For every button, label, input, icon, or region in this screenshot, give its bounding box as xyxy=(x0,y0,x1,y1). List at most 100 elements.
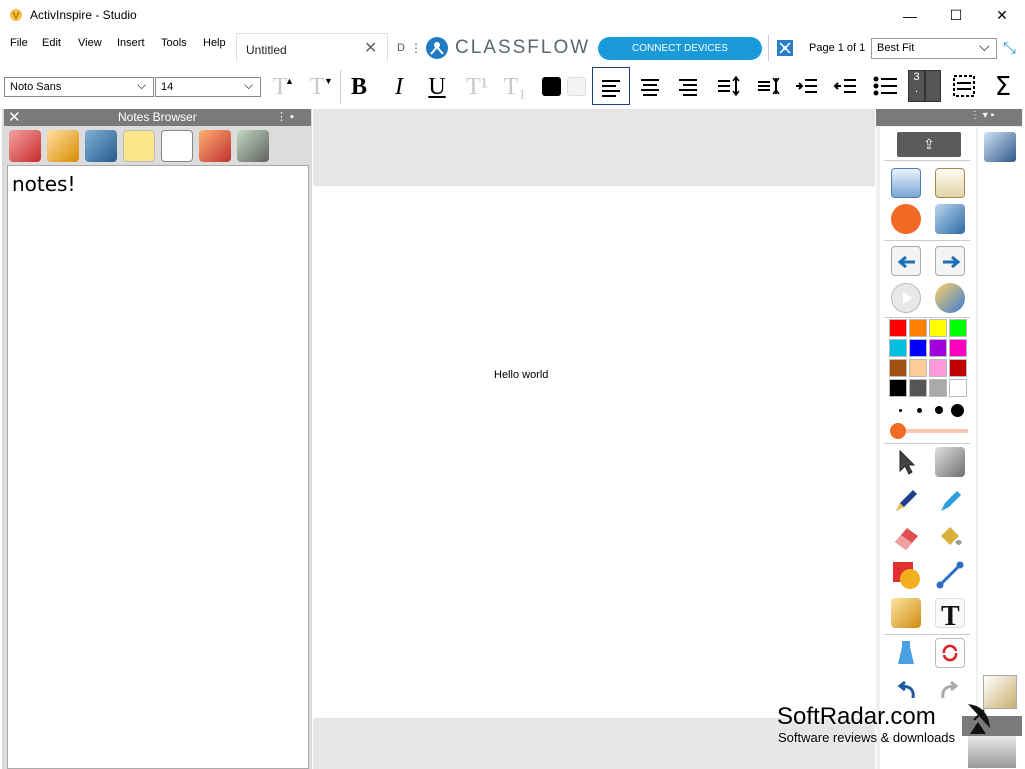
connector-icon[interactable] xyxy=(935,560,965,590)
user-pen-icon[interactable] xyxy=(984,132,1016,162)
play-icon[interactable] xyxy=(891,283,921,313)
chevron-down-icon[interactable]: ⌵ xyxy=(244,78,253,93)
redo-icon[interactable] xyxy=(935,676,965,706)
pen-icon[interactable] xyxy=(891,485,921,515)
color-swatch-peach[interactable] xyxy=(909,359,927,377)
select-arrow-icon[interactable] xyxy=(891,447,921,477)
chevron-down-icon[interactable]: ⌵ xyxy=(979,38,990,55)
pen-width-3[interactable] xyxy=(935,406,943,414)
sigma-button[interactable]: Σ xyxy=(986,72,1020,102)
maximize-button[interactable]: ☐ xyxy=(933,0,979,31)
menu-edit[interactable]: Edit xyxy=(42,37,61,49)
text-color-swatch[interactable] xyxy=(542,77,561,96)
underline-button[interactable]: U xyxy=(420,72,454,102)
italic-button[interactable]: I xyxy=(382,72,416,102)
color-swatch-blue[interactable] xyxy=(909,339,927,357)
line-spacing-down-icon[interactable] xyxy=(752,70,784,102)
color-swatch-brown[interactable] xyxy=(889,359,907,377)
font-family-select[interactable]: Noto Sans xyxy=(4,77,154,97)
notes-text-area[interactable] xyxy=(7,165,309,769)
tab-close-icon[interactable]: ✕ xyxy=(364,38,377,58)
color-swatch-pink[interactable] xyxy=(929,359,947,377)
subscript-button[interactable]: T₁ xyxy=(498,72,532,102)
pin-icon[interactable]: ⋮ ▪ xyxy=(276,110,294,123)
canvas-text-object[interactable]: Hello world xyxy=(494,369,548,381)
page-sorter-icon[interactable] xyxy=(776,39,794,57)
next-page-icon[interactable] xyxy=(935,246,965,276)
line-spacing-up-icon[interactable] xyxy=(712,70,744,102)
color-swatch-darkred[interactable] xyxy=(949,359,967,377)
media-icon[interactable] xyxy=(891,598,921,628)
undo-icon[interactable] xyxy=(891,676,921,706)
color-swatch-red[interactable] xyxy=(889,319,907,337)
toolbox-menu-icon[interactable]: ⋮ ▾ ▪ xyxy=(970,110,994,121)
indent-icon[interactable] xyxy=(791,70,823,102)
object-browser-icon[interactable] xyxy=(85,130,117,162)
shape-icon[interactable] xyxy=(891,560,921,590)
property-browser-icon[interactable] xyxy=(161,130,193,162)
color-swatch-green[interactable] xyxy=(949,319,967,337)
pen-width-4[interactable] xyxy=(951,404,964,417)
color-swatch-gray[interactable] xyxy=(929,379,947,397)
resource-globe-icon[interactable] xyxy=(935,283,965,313)
tools-icon[interactable] xyxy=(935,447,965,477)
divider xyxy=(340,70,341,104)
table-select-icon[interactable] xyxy=(948,70,980,102)
svg-text:T: T xyxy=(941,601,960,629)
menu-tools[interactable]: Tools xyxy=(161,37,187,49)
text-tool-icon[interactable]: T xyxy=(935,598,965,632)
export-button[interactable]: ⇪ xyxy=(897,132,961,157)
menu-insert[interactable]: Insert xyxy=(117,37,145,49)
page-browser-icon[interactable] xyxy=(9,130,41,162)
chevron-down-icon[interactable]: ⌵ xyxy=(137,78,146,93)
clear-icon[interactable] xyxy=(891,638,921,668)
close-window-button[interactable]: ✕ xyxy=(979,0,1025,31)
eraser-icon[interactable] xyxy=(891,522,921,552)
number-box-right[interactable] xyxy=(925,70,941,102)
color-swatch-darkgray[interactable] xyxy=(909,379,927,397)
action-browser-icon[interactable] xyxy=(199,130,231,162)
tools-screen-icon[interactable] xyxy=(935,204,965,234)
color-swatch-yellow[interactable] xyxy=(929,319,947,337)
expand-icon[interactable]: ⤡ xyxy=(1003,40,1016,58)
profile-card-icon[interactable] xyxy=(935,168,965,198)
outdent-icon[interactable] xyxy=(830,70,862,102)
reset-page-icon[interactable] xyxy=(935,638,965,668)
color-swatch-magenta[interactable] xyxy=(949,339,967,357)
bold-button[interactable]: B xyxy=(342,72,376,102)
notes-browser-icon[interactable] xyxy=(123,130,155,162)
color-swatch-black[interactable] xyxy=(889,379,907,397)
classflow-connect-icon[interactable] xyxy=(891,204,921,234)
previous-page-icon[interactable] xyxy=(891,246,921,276)
menu-help[interactable]: Help xyxy=(203,37,226,49)
bullet-list-icon[interactable] xyxy=(869,70,901,102)
tab-overflow[interactable]: D xyxy=(397,42,405,54)
trash-can-icon[interactable] xyxy=(968,736,1016,768)
color-swatch-cyan[interactable] xyxy=(889,339,907,357)
menu-view[interactable]: View xyxy=(78,37,102,49)
align-right-button[interactable] xyxy=(672,70,704,102)
superscript-button[interactable]: T¹ xyxy=(460,72,494,102)
number-box[interactable]: 3 . xyxy=(908,70,925,102)
highlighter-icon[interactable] xyxy=(935,485,965,515)
color-swatch-orange[interactable] xyxy=(909,319,927,337)
flipchart-page[interactable] xyxy=(313,186,875,718)
minimize-button[interactable]: — xyxy=(887,0,933,31)
resource-browser-icon[interactable] xyxy=(47,130,79,162)
align-center-button[interactable] xyxy=(634,70,666,102)
pen-width-2[interactable] xyxy=(917,408,922,413)
color-swatch-white[interactable] xyxy=(949,379,967,397)
connect-devices-button[interactable]: CONNECT DEVICES xyxy=(598,37,762,60)
color-swatch-purple[interactable] xyxy=(929,339,947,357)
pen-width-1[interactable] xyxy=(899,409,902,412)
tab-more-icon[interactable]: ⋮ xyxy=(410,41,422,55)
slider-thumb[interactable] xyxy=(890,423,906,439)
close-icon[interactable]: ✕ xyxy=(8,108,21,126)
divider xyxy=(884,317,970,318)
main-menu-icon[interactable] xyxy=(891,168,921,198)
voting-browser-icon[interactable] xyxy=(237,130,269,162)
highlight-color-swatch[interactable] xyxy=(567,77,586,96)
align-left-button[interactable] xyxy=(592,67,630,105)
menu-file[interactable]: File xyxy=(10,37,28,49)
fill-icon[interactable] xyxy=(935,522,965,552)
